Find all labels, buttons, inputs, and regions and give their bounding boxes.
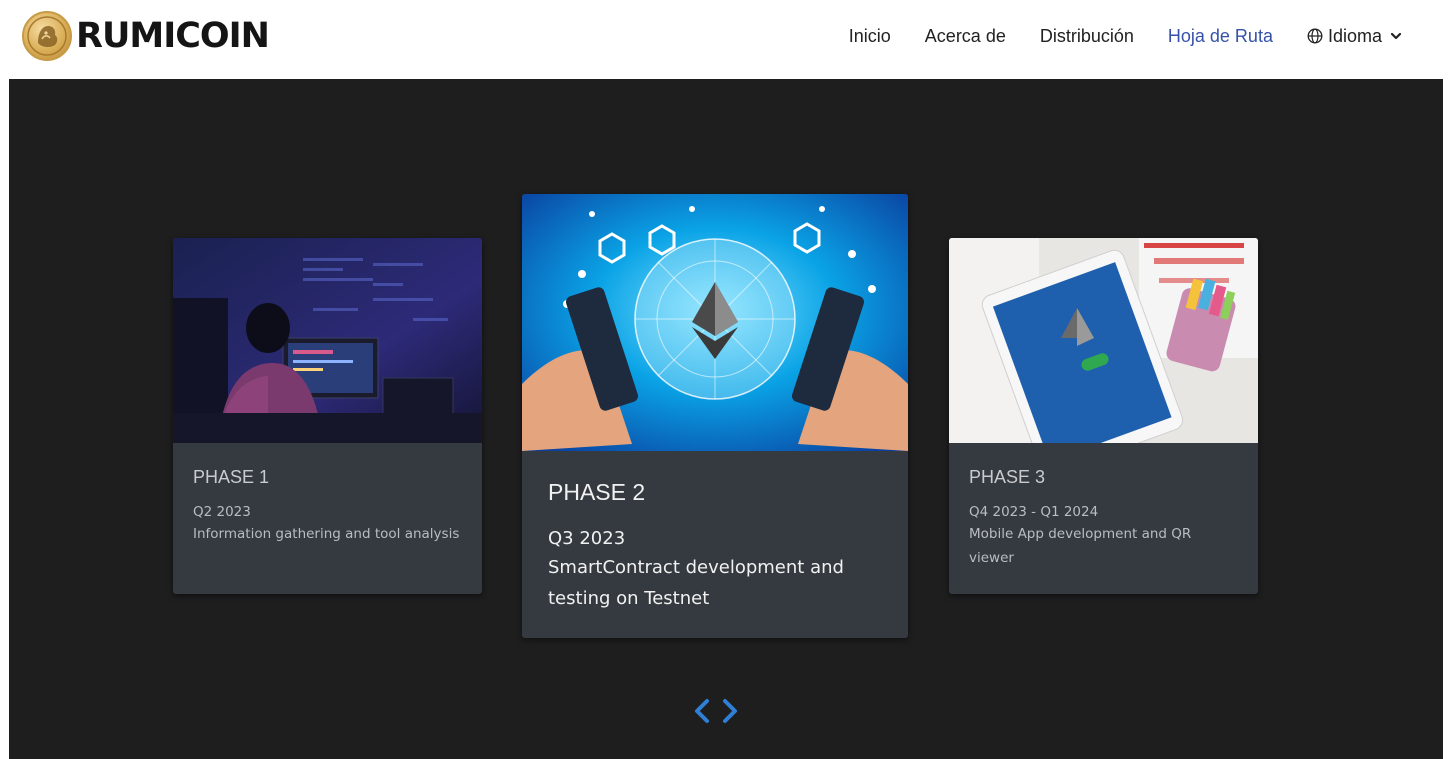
chevron-down-icon [1390, 32, 1402, 40]
rumicoin-coin-icon [22, 11, 72, 61]
card-period: Q4 2023 - Q1 2024 [969, 504, 1099, 520]
tablet-vpn-image [949, 238, 1258, 443]
nav-item-distribucion[interactable]: Distribución [1040, 22, 1134, 50]
carousel-next-button[interactable] [719, 693, 741, 729]
language-label: Idioma [1327, 25, 1382, 46]
roadmap-card-phase-3[interactable]: PHASE 3 Q4 2023 - Q1 2024 Mobile App dev… [949, 238, 1258, 594]
language-dropdown[interactable]: Idioma [1307, 26, 1407, 47]
roadmap-card-phase-2[interactable]: PHASE 2 Q3 2023 SmartContract developmen… [522, 194, 908, 638]
card-period: Q2 2023 [193, 504, 251, 520]
card-phase-title: PHASE 1 [193, 467, 270, 487]
blockchain-ethereum-image [522, 194, 908, 451]
nav-item-inicio[interactable]: Inicio [849, 22, 891, 50]
chevron-right-icon [723, 699, 737, 723]
roadmap-section: PHASE 1 Q2 2023 Information gathering an… [9, 79, 1443, 759]
brand-logo[interactable]: RUMICOIN [22, 10, 270, 62]
nav-item-hoja-de-ruta[interactable]: Hoja de Ruta [1168, 22, 1273, 50]
card-description: Mobile App development and QR viewer [969, 526, 1192, 566]
carousel-prev-button[interactable] [691, 693, 713, 729]
chevron-left-icon [695, 699, 709, 723]
card-phase-title: PHASE 3 [969, 467, 1046, 487]
globe-icon [1307, 28, 1323, 44]
site-header: RUMICOIN Inicio Acerca de Distribución H… [0, 0, 1453, 79]
card-description: Information gathering and tool analysis [193, 526, 460, 542]
card-period: Q3 2023 [548, 528, 626, 549]
brand-name: RUMICOIN [76, 16, 270, 56]
roadmap-card-phase-1[interactable]: PHASE 1 Q2 2023 Information gathering an… [173, 238, 482, 594]
main-nav: Inicio Acerca de Distribución Hoja de Ru… [815, 22, 1407, 50]
person-at-computer-image [173, 238, 482, 443]
card-phase-title: PHASE 2 [548, 479, 646, 505]
card-description: SmartContract development and testing on… [548, 557, 844, 609]
carousel-controls [691, 693, 741, 729]
nav-item-acerca-de[interactable]: Acerca de [925, 22, 1006, 50]
